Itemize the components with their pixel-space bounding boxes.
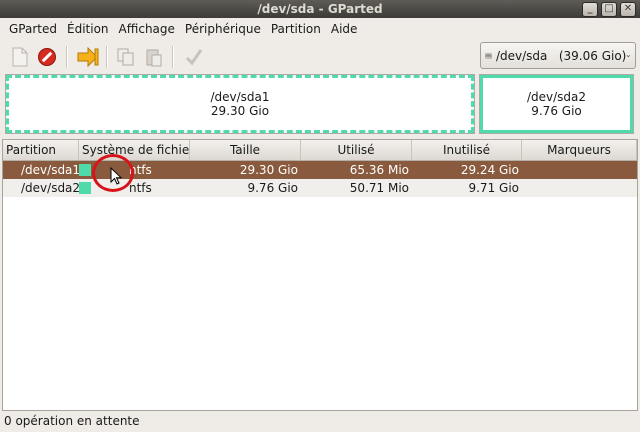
close-button[interactable]: ✕ [620,2,636,17]
paste-button[interactable] [142,45,166,69]
partition-map-sda2[interactable]: /dev/sda2 9.76 Gio [479,74,634,134]
delete-partition-button[interactable] [35,45,59,69]
cell-flags [522,161,637,179]
cell-filesystem-label: ntfs [129,181,152,195]
mouse-pointer-icon [110,167,122,185]
menu-aide[interactable]: Aide [326,18,363,40]
cell-used: 50.71 Mio [349,181,409,195]
maximize-button[interactable]: □ [601,2,617,17]
column-header-used[interactable]: Utilisé [301,140,412,160]
cell-flags [522,179,637,197]
device-selector[interactable]: /dev/sda (39.06 Gio) [480,42,636,69]
partition-map-name: /dev/sda1 [210,90,270,104]
harddisk-icon [485,52,492,59]
toolbar-separator [172,46,174,68]
minimize-button[interactable]: _ [582,2,598,17]
partition-map-name: /dev/sda2 [526,90,587,104]
window-controls: _ □ ✕ [582,2,636,17]
cell-size: 9.76 Gio [247,181,298,195]
column-header-flags[interactable]: Marqueurs [522,140,637,160]
column-header-size[interactable]: Taille [190,140,301,160]
cell-unused: 29.24 Gio [460,163,519,177]
filesystem-color-swatch [79,182,91,194]
new-partition-icon [12,47,28,67]
partition-map-size: 29.30 Gio [210,104,270,118]
pending-operations-status: 0 opération en attente [4,414,140,428]
checkmark-icon [185,49,203,66]
cell-partition: /dev/sda1 [21,163,79,177]
partition-map-size: 9.76 Gio [531,104,582,118]
menu-edition[interactable]: Édition [62,18,114,40]
menu-affichage[interactable]: Affichage [114,18,180,40]
column-header-unused[interactable]: Inutilisé [412,140,522,160]
menu-gparted[interactable]: GParted [4,18,62,40]
cell-unused: 9.71 Gio [468,181,519,195]
cell-size: 29.30 Gio [239,163,298,177]
partition-map-sda1[interactable]: /dev/sda1 29.30 Gio [5,74,475,134]
status-bar: 0 opération en attente [0,412,640,432]
toolbar-separator [106,46,108,68]
window-title: /dev/sda - GParted [257,2,383,16]
copy-button[interactable] [114,45,138,69]
new-partition-button[interactable] [8,45,32,69]
device-selector-label: /dev/sda (39.06 Gio) [495,48,627,63]
paste-icon [146,49,162,67]
resize-move-icon [77,47,99,67]
menu-peripherique[interactable]: Périphérique [180,18,266,40]
menu-partition[interactable]: Partition [266,18,326,40]
column-header-filesystem[interactable]: Système de fichiers [79,140,190,160]
cell-partition: /dev/sda2 [21,181,79,195]
copy-icon [117,48,134,66]
filesystem-color-swatch [79,164,91,176]
column-header-partition[interactable]: Partition [3,140,79,160]
chevron-down-icon [626,54,631,57]
apply-button[interactable] [182,45,206,69]
delete-icon [38,48,56,66]
toolbar-separator [66,46,68,68]
menu-bar: GParted Édition Affichage Périphérique P… [0,18,640,40]
cell-used: 65.36 Mio [349,163,409,177]
partition-map: /dev/sda1 29.30 Gio /dev/sda2 9.76 Gio [4,74,636,135]
resize-move-button[interactable] [76,45,100,69]
window-titlebar: /dev/sda - GParted _ □ ✕ [0,0,640,18]
